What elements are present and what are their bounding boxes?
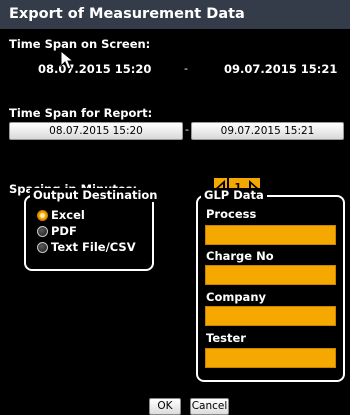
- time-span-screen-label: Time Span on Screen:: [9, 37, 151, 51]
- charge-no-label: Charge No: [206, 249, 274, 263]
- cancel-button[interactable]: Cancel: [190, 398, 229, 415]
- export-dialog: Export of Measurement Data Time Span on …: [0, 0, 350, 415]
- time-span-report-label: Time Span for Report:: [9, 106, 153, 120]
- radio-excel[interactable]: Excel: [37, 208, 85, 222]
- charge-no-input[interactable]: [205, 265, 336, 285]
- output-destination-title: Output Destination: [30, 188, 161, 202]
- company-input[interactable]: [205, 306, 336, 326]
- radio-unchecked-icon: [37, 225, 48, 237]
- screen-start-value: 08.07.2015 15:20: [38, 62, 152, 76]
- radio-label: PDF: [51, 224, 77, 238]
- radio-checked-icon: [37, 209, 48, 221]
- radio-text-csv[interactable]: Text File/CSV: [37, 240, 136, 254]
- radio-label: Text File/CSV: [51, 240, 136, 254]
- process-label: Process: [206, 207, 257, 221]
- radio-pdf[interactable]: PDF: [37, 224, 77, 238]
- dialog-title: Export of Measurement Data: [0, 0, 350, 29]
- radio-label: Excel: [51, 208, 85, 222]
- company-label: Company: [206, 290, 266, 304]
- screen-end-value: 09.07.2015 15:21: [224, 62, 338, 76]
- tester-input[interactable]: [205, 348, 336, 368]
- screen-separator: -: [184, 62, 188, 75]
- process-input[interactable]: [205, 225, 336, 245]
- mouse-cursor-icon: [60, 50, 74, 70]
- report-start-date-button[interactable]: 08.07.2015 15:20: [9, 122, 183, 140]
- tester-label: Tester: [206, 331, 246, 345]
- report-end-date-button[interactable]: 09.07.2015 15:21: [191, 122, 344, 140]
- ok-button[interactable]: OK: [149, 398, 181, 415]
- report-separator: -: [185, 123, 189, 136]
- radio-unchecked-icon: [37, 241, 48, 253]
- glp-data-title: GLP Data: [201, 188, 267, 202]
